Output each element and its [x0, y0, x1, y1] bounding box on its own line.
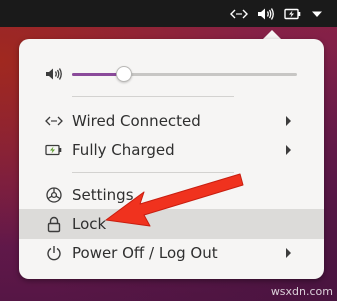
battery-charging-icon[interactable]	[282, 3, 304, 24]
watermark: wsxdn.com	[270, 285, 333, 298]
chevron-right-icon	[286, 248, 291, 258]
chevron-right-icon	[286, 116, 291, 126]
settings-icon	[45, 186, 63, 204]
separator	[72, 172, 234, 173]
volume-slider-row	[19, 59, 324, 89]
menu-item-settings[interactable]: Settings	[19, 180, 324, 210]
menu-dropdown-icon[interactable]	[308, 3, 326, 24]
separator	[72, 96, 234, 97]
menu-item-lock[interactable]: Lock	[19, 209, 324, 239]
system-menu: Wired Connected Fully Charged Settings L…	[19, 39, 324, 279]
menu-item-label: Fully Charged	[72, 141, 175, 159]
battery-charging-icon	[45, 141, 63, 159]
volume-slider-handle[interactable]	[115, 66, 132, 82]
volume-icon[interactable]	[255, 3, 277, 24]
chevron-right-icon	[286, 145, 291, 155]
menu-item-label: Power Off / Log Out	[72, 244, 218, 262]
menu-item-power[interactable]: Power Off / Log Out	[19, 238, 324, 268]
top-bar	[0, 0, 337, 27]
network-wired-icon[interactable]	[226, 3, 252, 24]
power-icon	[45, 244, 63, 262]
menu-item-label: Settings	[72, 186, 134, 204]
menu-item-battery[interactable]: Fully Charged	[19, 135, 324, 165]
menu-item-label: Wired Connected	[72, 112, 201, 130]
menu-item-wired[interactable]: Wired Connected	[19, 106, 324, 136]
lock-icon	[45, 215, 63, 233]
volume-slider[interactable]	[72, 73, 297, 76]
network-wired-icon	[45, 112, 63, 130]
volume-icon	[45, 65, 63, 83]
menu-item-label: Lock	[72, 215, 107, 233]
